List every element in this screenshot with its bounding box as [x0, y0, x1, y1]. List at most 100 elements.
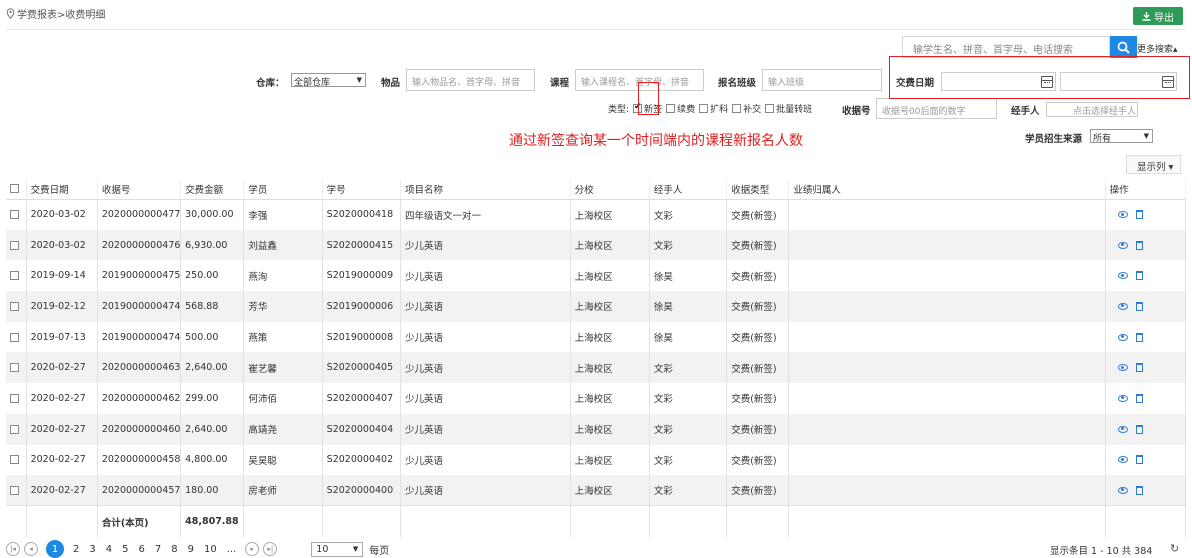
checkbox-expand[interactable] [699, 104, 709, 113]
page-number[interactable]: 5 [122, 544, 128, 555]
table-cell: 徐昊 [649, 291, 728, 322]
eye-icon[interactable] [1117, 394, 1128, 402]
row-checkbox[interactable] [10, 210, 19, 220]
trash-icon[interactable] [1135, 301, 1143, 311]
total-label: 合计(本页) [97, 505, 182, 537]
eye-icon[interactable] [1117, 364, 1128, 372]
breadcrumb-text[interactable]: 学费报表>收费明细 [17, 6, 105, 21]
trash-icon[interactable] [1135, 393, 1143, 403]
item-input[interactable]: 输入物品名、首字母、拼音 [406, 69, 535, 91]
row-actions [1105, 352, 1187, 384]
column-header[interactable]: 学号 [322, 179, 401, 200]
checkbox-batch-transfer[interactable] [765, 104, 775, 113]
page-number[interactable]: 9 [188, 544, 194, 555]
eye-icon[interactable] [1117, 333, 1128, 341]
page-number[interactable]: 6 [139, 544, 145, 555]
row-checkbox[interactable] [10, 455, 19, 465]
refresh-icon[interactable]: ↻ [1170, 542, 1179, 555]
page-number[interactable]: 1 [46, 540, 64, 558]
row-actions [1105, 444, 1187, 476]
page-size-select[interactable]: 10 ▼ [311, 541, 364, 557]
row-checkbox[interactable] [10, 393, 19, 403]
table-cell [788, 229, 1106, 261]
export-button[interactable]: 导出 [1133, 7, 1183, 25]
table-cell: 文彩 [649, 199, 728, 230]
column-header[interactable]: 业绩归属人 [788, 179, 1106, 200]
trash-icon[interactable] [1135, 240, 1143, 250]
row-checkbox[interactable] [10, 271, 19, 281]
row-checkbox[interactable] [10, 240, 19, 250]
eye-icon[interactable] [1117, 425, 1128, 433]
page-number[interactable]: 8 [171, 544, 177, 555]
eye-icon[interactable] [1117, 272, 1128, 280]
checkbox-renew[interactable] [666, 104, 676, 113]
row-checkbox[interactable] [10, 363, 19, 373]
row-checkbox[interactable] [10, 301, 19, 311]
source-select-value: 所有 [1093, 134, 1112, 144]
column-header[interactable]: 项目名称 [400, 179, 571, 200]
table-cell [788, 505, 1106, 537]
search-input[interactable]: 输学生名、拼音、首字母、电话搜索 [902, 36, 1110, 58]
source-select[interactable]: 所有 ▼ [1090, 129, 1153, 144]
table-cell: S2020000404 [322, 413, 401, 445]
last-page-button[interactable]: ▸| [263, 542, 278, 556]
table-cell: 上海校区 [570, 383, 650, 414]
column-header[interactable]: 收据类型 [726, 179, 790, 200]
trash-icon[interactable] [1135, 332, 1143, 342]
table-cell [788, 291, 1106, 322]
eye-icon[interactable] [1117, 486, 1128, 494]
table-cell: 文彩 [649, 352, 728, 384]
more-search-toggle[interactable]: 更多搜索▴ [1137, 42, 1178, 55]
column-header[interactable]: 分校 [570, 179, 650, 200]
table-cell: S2020000405 [322, 352, 401, 384]
pagination-info: 显示条目 1 - 10 共 384 [1050, 546, 1153, 557]
table-cell: S2020000407 [322, 383, 401, 414]
trash-icon[interactable] [1135, 485, 1143, 495]
pagination: |◂ ◂ 1 2 3 4 5 6 7 8 9 10... ▸ ▸| 10 ▼ 每页 显示条目 1 -… [6, 540, 1186, 558]
select-all-checkbox[interactable] [10, 184, 19, 194]
first-page-button[interactable]: |◂ [6, 542, 20, 556]
eye-icon[interactable] [1117, 302, 1128, 310]
page-number[interactable]: 10 [204, 544, 217, 555]
row-checkbox[interactable] [10, 332, 19, 342]
trash-icon[interactable] [1135, 363, 1143, 373]
page-number[interactable]: ... [227, 544, 237, 555]
handler-input[interactable]: 点击选择经手人 [1046, 102, 1138, 117]
column-header[interactable]: 学员 [243, 179, 323, 200]
row-checkbox[interactable] [10, 485, 19, 495]
page-number[interactable]: 2 [73, 544, 79, 555]
row-checkbox[interactable] [10, 424, 19, 434]
table-cell: 芳华 [243, 291, 323, 322]
class-label: 报名班级 [718, 78, 757, 89]
prev-page-button[interactable]: ◂ [24, 542, 38, 556]
checkbox-supplement[interactable] [732, 104, 742, 113]
receipt-input[interactable]: 收据号00后面的数字 [876, 98, 997, 119]
page-number[interactable]: 3 [89, 544, 95, 555]
table-cell: 四年级语文一对一 [400, 199, 571, 230]
select-arrow-icon: ▼ [356, 76, 362, 84]
table-cell: 上海校区 [570, 260, 650, 292]
trash-icon[interactable] [1135, 210, 1143, 220]
column-toggle-button[interactable]: 显示列 ▾ [1126, 155, 1181, 174]
table-row: 2019-02-12 2019000000474 568.88 芳华 S20190000… [6, 291, 1187, 322]
table-cell: 2,640.00 [180, 352, 245, 384]
page-number[interactable]: 4 [106, 544, 112, 555]
column-header[interactable]: 交费金额 [180, 179, 245, 200]
next-page-button[interactable]: ▸ [245, 542, 260, 556]
search-button[interactable] [1110, 36, 1137, 58]
trash-icon[interactable] [1135, 455, 1143, 465]
eye-icon[interactable] [1117, 456, 1128, 464]
eye-icon[interactable] [1117, 241, 1128, 249]
column-header[interactable]: 经手人 [649, 179, 728, 200]
trash-icon[interactable] [1135, 424, 1143, 434]
column-header[interactable]: 收据号 [97, 179, 182, 200]
eye-icon[interactable] [1117, 211, 1128, 219]
table-cell: S2020000418 [322, 199, 401, 230]
warehouse-select[interactable]: 全部仓库 ▼ [291, 73, 366, 88]
trash-icon[interactable] [1135, 271, 1143, 281]
table-cell: 250.00 [180, 260, 245, 292]
class-input[interactable]: 输入班级 [762, 69, 882, 91]
page-number[interactable]: 7 [155, 544, 161, 555]
column-header[interactable]: 交费日期 [26, 179, 98, 200]
row-select-cell [6, 229, 27, 261]
